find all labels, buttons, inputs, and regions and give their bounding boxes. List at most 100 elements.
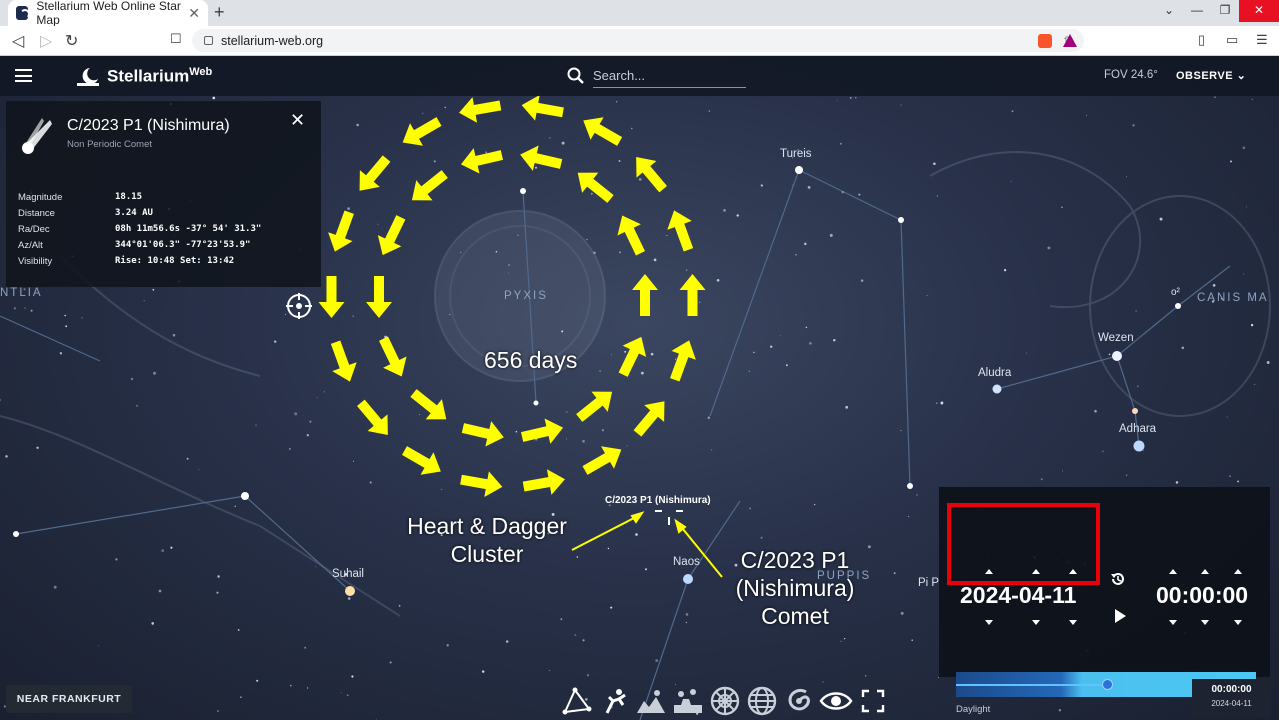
restore-button[interactable]: ❐ bbox=[1211, 0, 1239, 22]
date-value[interactable]: 2024-04-11 bbox=[960, 582, 1076, 609]
orbit-arrow bbox=[377, 215, 406, 256]
minute-down-icon[interactable] bbox=[1201, 620, 1209, 625]
url-field[interactable]: stellarium-web.org ⊘ ⇪ bbox=[192, 29, 1084, 52]
year-down-icon[interactable] bbox=[985, 620, 993, 625]
orbit-arrow bbox=[366, 276, 392, 318]
star-label-pi-puppis[interactable]: Pi P bbox=[918, 577, 939, 589]
atmosphere-icon[interactable] bbox=[671, 685, 705, 717]
azimuthal-grid-icon[interactable] bbox=[708, 685, 742, 717]
night-mode-icon[interactable] bbox=[819, 685, 853, 717]
search-icon[interactable] bbox=[567, 67, 584, 84]
month-up-icon[interactable] bbox=[1032, 569, 1040, 574]
year-up-icon[interactable] bbox=[985, 569, 993, 574]
star-label-adhara[interactable]: Adhara bbox=[1119, 423, 1156, 435]
deep-sky-icon[interactable] bbox=[782, 685, 816, 717]
search-input[interactable] bbox=[593, 64, 746, 88]
orbit-arrow bbox=[459, 97, 502, 123]
equatorial-grid-icon[interactable] bbox=[745, 685, 779, 717]
comet-sky-label[interactable]: C/2023 P1 (Nishimura) bbox=[605, 495, 711, 506]
detail-row-azalt: Az/Alt 344°01'06.3" -77°23'53.9" bbox=[18, 239, 251, 251]
time-slider-fill bbox=[956, 684, 1106, 686]
landscape-icon[interactable] bbox=[634, 685, 668, 717]
new-tab-button[interactable]: + bbox=[214, 2, 225, 23]
time-slider-knob[interactable] bbox=[1102, 679, 1113, 690]
address-bar: ◁ ▷ ↻ ☐ stellarium-web.org ⊘ ⇪ ▯ ▭ ☰ bbox=[0, 26, 1279, 56]
reload-icon[interactable]: ↻ bbox=[65, 31, 78, 51]
orbit-arrow bbox=[520, 145, 563, 171]
star-label-omicron2[interactable]: o² bbox=[1171, 287, 1180, 298]
forward-icon[interactable]: ▷ bbox=[40, 31, 52, 51]
second-down-icon[interactable] bbox=[1234, 620, 1242, 625]
browser-tab[interactable]: Stellarium Web Online Star Map ✕ bbox=[8, 0, 208, 27]
orbit-arrow bbox=[636, 157, 667, 193]
back-icon[interactable]: ◁ bbox=[12, 31, 24, 51]
second-up-icon[interactable] bbox=[1234, 569, 1242, 574]
day-down-icon[interactable] bbox=[1069, 620, 1077, 625]
day-up-icon[interactable] bbox=[1069, 569, 1077, 574]
constellation-lines-icon[interactable] bbox=[560, 685, 594, 717]
orbit-arrow bbox=[679, 274, 706, 316]
close-info-icon[interactable]: ✕ bbox=[290, 110, 305, 131]
hamburger-menu-icon[interactable] bbox=[15, 69, 32, 82]
brave-shields-icon[interactable] bbox=[1038, 34, 1052, 48]
center-on-object-icon[interactable] bbox=[285, 292, 313, 320]
comet-icon bbox=[22, 118, 52, 154]
bookmark-icon[interactable]: ☐ bbox=[170, 31, 182, 47]
orbit-arrow bbox=[522, 469, 565, 495]
app-logo[interactable]: StellariumWeb bbox=[107, 66, 212, 87]
detail-row-radec: Ra/Dec 08h 11m56.6s -37° 54' 31.3" bbox=[18, 223, 262, 235]
hour-down-icon[interactable] bbox=[1169, 620, 1177, 625]
orbit-arrow bbox=[402, 117, 442, 146]
star-label-tureis[interactable]: Tureis bbox=[780, 148, 812, 160]
minute-up-icon[interactable] bbox=[1201, 569, 1209, 574]
orbit-days-annotation: 656 days bbox=[484, 347, 578, 373]
orbit-arrow bbox=[379, 336, 407, 377]
orbit-arrow bbox=[357, 399, 388, 435]
menu-dots-icon[interactable]: ☰ bbox=[1256, 32, 1268, 48]
orbit-arrow bbox=[632, 274, 658, 316]
orbit-arrow bbox=[401, 446, 441, 475]
close-window-button[interactable]: ✕ bbox=[1239, 0, 1279, 22]
detail-row-visibility: Visibility Rise: 10:48 Set: 13:42 bbox=[18, 255, 235, 267]
object-details-table: Magnitude 18.15 Distance 3.24 AU Ra/Dec 08h… bbox=[18, 189, 261, 269]
window-controls: ⌄ — ❐ ✕ bbox=[1155, 0, 1279, 22]
browser-tabbar: Stellarium Web Online Star Map ✕ + ⌄ — ❐… bbox=[0, 0, 1279, 27]
orbit-arrow bbox=[330, 340, 357, 382]
mini-clock-date: 2024-04-11 bbox=[1211, 699, 1252, 708]
orbit-arrow bbox=[410, 389, 447, 420]
time-value[interactable]: 00:00:00 bbox=[1156, 582, 1248, 609]
star-label-aludra[interactable]: Aludra bbox=[978, 367, 1011, 379]
orbit-arrow bbox=[411, 170, 448, 201]
heart-dagger-annotation: Heart & Dagger Cluster bbox=[407, 513, 567, 567]
constellation-label-antlia: NTLIA bbox=[0, 287, 43, 299]
star-label-wezen[interactable]: Wezen bbox=[1098, 332, 1134, 344]
month-down-icon[interactable] bbox=[1032, 620, 1040, 625]
play-icon[interactable] bbox=[1115, 609, 1126, 623]
star-label-naos[interactable]: Naos bbox=[673, 556, 700, 568]
location-button[interactable]: NEAR FRANKFURT bbox=[6, 685, 132, 713]
bottom-toolbar bbox=[560, 684, 890, 718]
orbit-arrow bbox=[359, 155, 391, 191]
orbit-arrow bbox=[328, 210, 354, 252]
orbit-arrow bbox=[520, 418, 564, 444]
brave-rewards-icon[interactable] bbox=[1063, 34, 1077, 47]
wallet-icon[interactable]: ▭ bbox=[1226, 32, 1238, 48]
date-highlight-box bbox=[947, 503, 1100, 585]
orbit-arrow bbox=[617, 215, 645, 256]
stellarium-logo-icon bbox=[77, 68, 99, 86]
tab-search-button[interactable]: ⌄ bbox=[1155, 0, 1183, 22]
tab-close-icon[interactable]: ✕ bbox=[188, 5, 200, 22]
mini-clock[interactable]: 00:00:00 2024-04-11 bbox=[1192, 679, 1271, 717]
minimize-button[interactable]: — bbox=[1183, 0, 1211, 22]
sidebar-icon[interactable]: ▯ bbox=[1198, 32, 1205, 48]
hour-up-icon[interactable] bbox=[1169, 569, 1177, 574]
constellation-art-icon[interactable] bbox=[597, 685, 631, 717]
orbit-arrow bbox=[318, 276, 345, 318]
reset-time-icon[interactable] bbox=[1109, 570, 1127, 588]
fullscreen-icon[interactable] bbox=[856, 685, 890, 717]
sky-view[interactable]: Tureis Wezen Aludra Adhara Suhail Naos P… bbox=[0, 56, 1279, 720]
observe-dropdown[interactable]: OBSERVE ⌄ bbox=[1176, 69, 1246, 82]
star-label-suhail[interactable]: Suhail bbox=[332, 568, 364, 580]
stellarium-favicon-icon bbox=[16, 6, 31, 20]
mini-clock-time: 00:00:00 bbox=[1211, 684, 1252, 695]
